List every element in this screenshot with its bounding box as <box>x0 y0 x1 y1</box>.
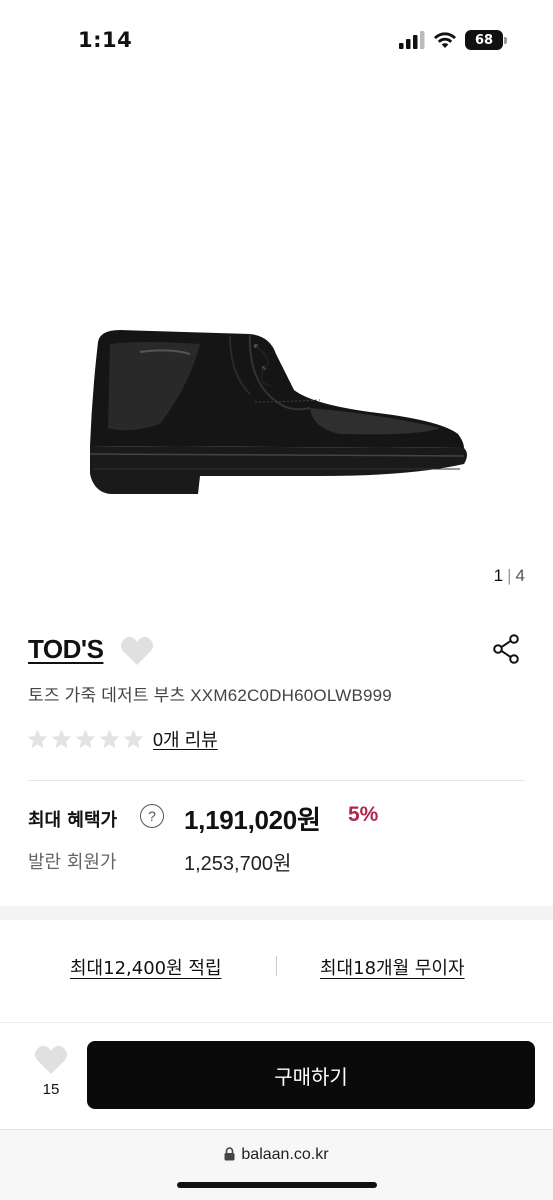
product-name: 토즈 가죽 데저트 부츠 XXM62C0DH60OLWB999 <box>28 686 392 705</box>
lock-icon <box>224 1147 235 1161</box>
bottom-action-bar: 15 구매하기 <box>0 1023 553 1129</box>
status-icons: 68 <box>399 30 507 50</box>
installment-benefit-link[interactable]: 최대18개월 무이자 <box>320 954 465 980</box>
url-text: balaan.co.kr <box>241 1146 329 1163</box>
star-icon <box>27 729 48 749</box>
star-icon <box>51 729 72 749</box>
star-icon <box>99 729 120 749</box>
pager-total: 4 <box>515 566 525 585</box>
best-price-label: 최대 혜택가 <box>28 810 118 831</box>
brand-link[interactable]: TOD'S <box>28 634 104 665</box>
help-icon[interactable]: ? <box>140 804 164 828</box>
member-price-value: 1,253,700원 <box>184 853 292 875</box>
share-icon[interactable] <box>493 634 521 664</box>
wishlist-count: 15 <box>42 1081 60 1098</box>
member-price-label: 발란 회원가 <box>28 852 117 873</box>
discount-rate: 5% <box>348 803 379 826</box>
member-price-row: 발란 회원가 1,253,700원 <box>28 846 528 875</box>
points-benefit-link[interactable]: 최대12,400원 적립 <box>70 954 222 980</box>
browser-url-bar[interactable]: balaan.co.kr <box>0 1129 553 1200</box>
star-icon <box>75 729 96 749</box>
gallery-pager: 1 | 4 <box>494 566 525 586</box>
benefits-row: 최대12,400원 적립 최대18개월 무이자 <box>0 920 553 1020</box>
cellular-signal-icon <box>399 31 425 49</box>
best-price-value: 1,191,020원 <box>184 805 321 835</box>
review-count-link[interactable]: 0개 리뷰 <box>153 726 218 752</box>
best-price-row: 최대 혜택가 ? 1,191,020원 5% <box>28 800 528 835</box>
status-bar: 1:14 68 <box>0 0 553 84</box>
divider <box>28 780 525 781</box>
product-image <box>89 330 467 494</box>
star-rating <box>26 728 145 750</box>
star-icon <box>123 729 144 749</box>
rating-row: 0개 리뷰 <box>26 726 218 752</box>
brand-like-heart-icon[interactable] <box>120 636 154 666</box>
url-display[interactable]: balaan.co.kr <box>0 1146 553 1164</box>
status-time: 1:14 <box>78 28 133 52</box>
section-separator <box>0 906 553 920</box>
benefit-divider <box>276 956 277 976</box>
product-gallery[interactable]: 1 | 4 <box>0 84 553 594</box>
pager-separator: | <box>507 566 512 585</box>
pager-current: 1 <box>493 566 504 585</box>
battery-level: 68 <box>465 30 503 50</box>
brand-row: TOD'S <box>28 632 525 672</box>
heart-icon <box>34 1045 68 1074</box>
home-indicator <box>177 1182 377 1188</box>
buy-button[interactable]: 구매하기 <box>87 1041 535 1109</box>
wifi-icon <box>434 32 456 48</box>
wishlist-button[interactable]: 15 <box>30 1045 72 1098</box>
battery-icon: 68 <box>465 30 507 50</box>
